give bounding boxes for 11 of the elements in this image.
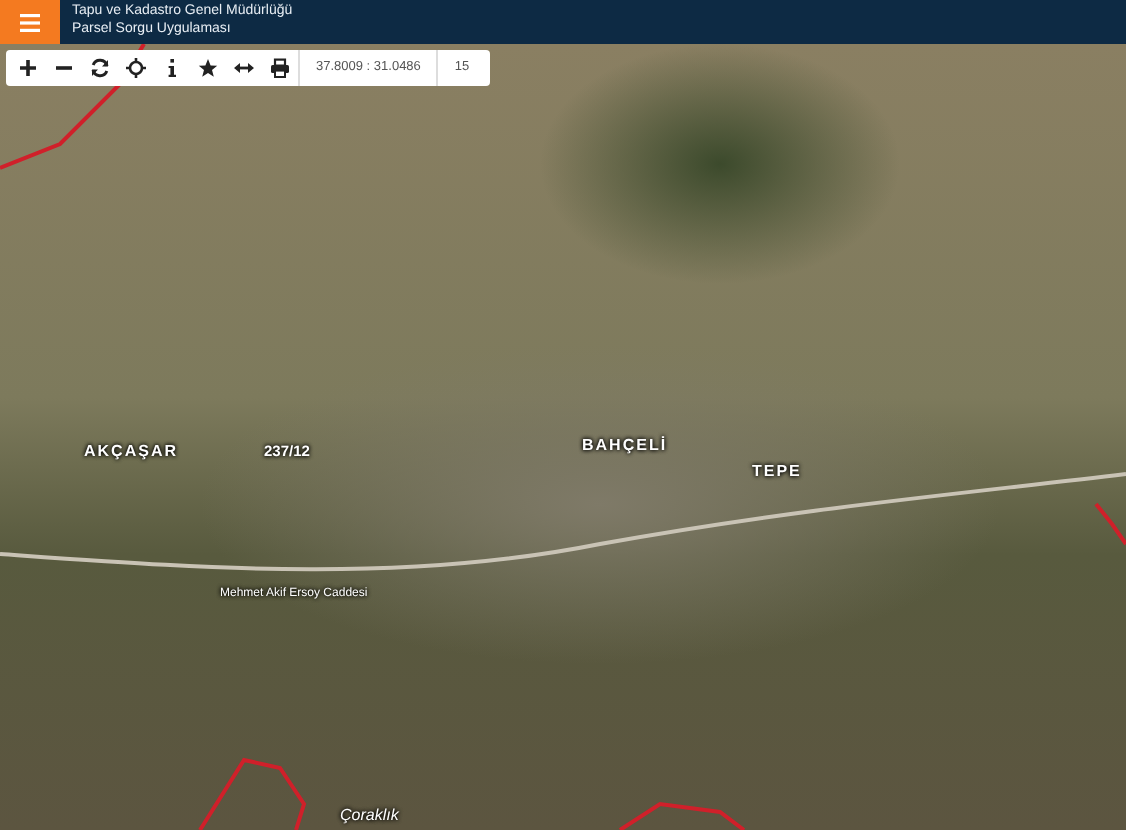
locality-label: Çoraklık (340, 806, 399, 824)
zoom-in-icon (18, 58, 38, 78)
star-icon (198, 58, 218, 78)
horizontal-arrows-icon (234, 58, 254, 78)
print-icon (270, 58, 290, 78)
crosshair-icon (126, 58, 146, 78)
place-label: AKÇAŞAR (84, 442, 178, 460)
place-label: TEPE (752, 462, 802, 480)
place-label: BAHÇELİ (582, 436, 668, 454)
refresh-icon (90, 58, 110, 78)
menu-icon (20, 13, 40, 31)
